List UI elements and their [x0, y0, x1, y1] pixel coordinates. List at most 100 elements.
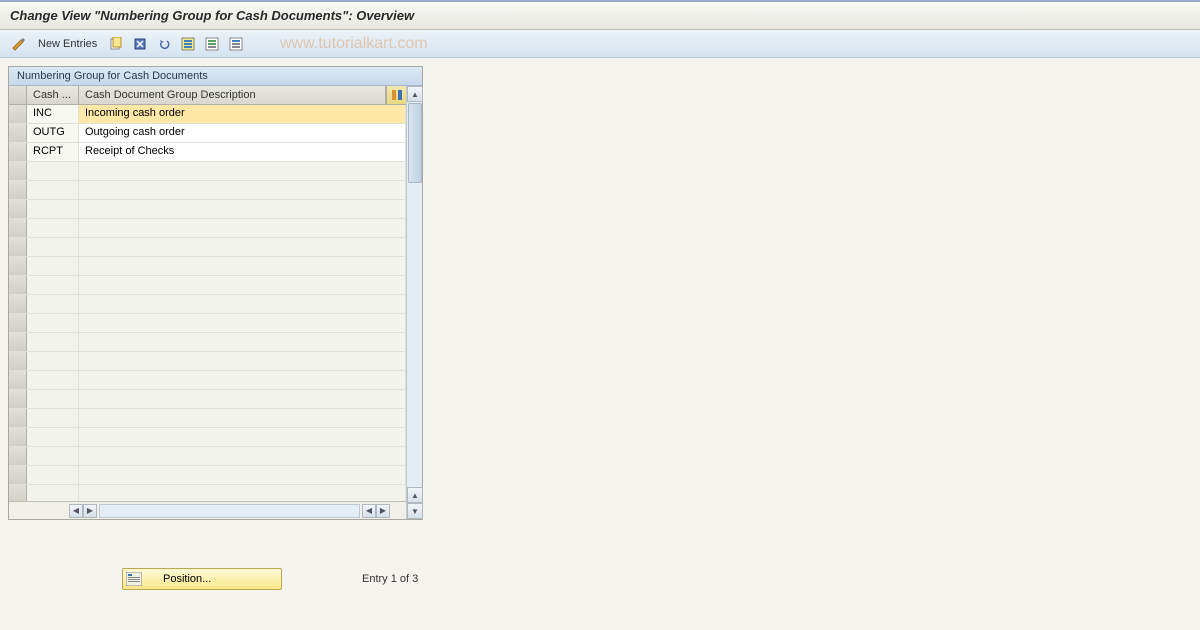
scrollbar-horizontal[interactable]: ◀ ▶ ◀ ▶ — [9, 501, 406, 519]
row-selector[interactable] — [9, 105, 27, 123]
row-selector[interactable] — [9, 124, 27, 142]
table-row[interactable] — [9, 447, 406, 466]
cell-cash[interactable] — [27, 466, 79, 484]
scroll-up-icon[interactable]: ▲ — [407, 86, 423, 102]
cell-cash[interactable] — [27, 352, 79, 370]
table-row[interactable] — [9, 428, 406, 447]
select-all-icon[interactable] — [179, 35, 197, 53]
deselect-all-icon[interactable] — [227, 35, 245, 53]
cell-description[interactable] — [79, 352, 406, 370]
cell-cash[interactable] — [27, 428, 79, 446]
row-selector[interactable] — [9, 314, 27, 332]
cell-cash[interactable] — [27, 257, 79, 275]
table-row[interactable] — [9, 466, 406, 485]
table-row[interactable] — [9, 333, 406, 352]
cell-description[interactable] — [79, 333, 406, 351]
table-row[interactable] — [9, 390, 406, 409]
cell-cash[interactable] — [27, 162, 79, 180]
column-header-cash[interactable]: Cash ... — [27, 86, 79, 104]
scroll-thumb[interactable] — [408, 103, 422, 183]
row-selector[interactable] — [9, 390, 27, 408]
cell-cash[interactable] — [27, 485, 79, 501]
table-row[interactable] — [9, 219, 406, 238]
undo-icon[interactable] — [155, 35, 173, 53]
row-selector[interactable] — [9, 162, 27, 180]
table-row[interactable] — [9, 257, 406, 276]
cell-cash[interactable]: OUTG — [27, 124, 79, 142]
table-row[interactable]: INCIncoming cash order — [9, 105, 406, 124]
scroll-down-icon[interactable]: ▼ — [407, 503, 423, 519]
cell-description[interactable] — [79, 257, 406, 275]
toggle-display-change-icon[interactable] — [10, 35, 28, 53]
table-row[interactable] — [9, 314, 406, 333]
cell-description[interactable] — [79, 371, 406, 389]
cell-description[interactable] — [79, 295, 406, 313]
new-entries-button[interactable]: New Entries — [34, 38, 101, 50]
cell-cash[interactable] — [27, 200, 79, 218]
table-row[interactable] — [9, 485, 406, 501]
scroll-right-icon[interactable]: ▶ — [83, 504, 97, 518]
table-row[interactable] — [9, 238, 406, 257]
cell-cash[interactable] — [27, 447, 79, 465]
cell-description[interactable]: Incoming cash order — [79, 105, 406, 123]
cell-description[interactable] — [79, 200, 406, 218]
cell-cash[interactable] — [27, 295, 79, 313]
cell-description[interactable] — [79, 447, 406, 465]
row-selector[interactable] — [9, 181, 27, 199]
position-button[interactable]: Position... — [122, 568, 282, 590]
row-selector[interactable] — [9, 466, 27, 484]
cell-cash[interactable] — [27, 371, 79, 389]
table-row[interactable] — [9, 276, 406, 295]
row-selector[interactable] — [9, 409, 27, 427]
row-selector[interactable] — [9, 238, 27, 256]
row-selector[interactable] — [9, 276, 27, 294]
cell-description[interactable] — [79, 428, 406, 446]
cell-description[interactable] — [79, 466, 406, 484]
scrollbar-vertical[interactable]: ▲ ▲ ▼ — [406, 86, 422, 519]
row-selector[interactable] — [9, 371, 27, 389]
cell-cash[interactable] — [27, 181, 79, 199]
table-row[interactable] — [9, 295, 406, 314]
scroll-left-icon[interactable]: ◀ — [69, 504, 83, 518]
scroll-left-end-icon[interactable]: ◀ — [362, 504, 376, 518]
table-settings-icon[interactable] — [386, 86, 406, 104]
row-selector[interactable] — [9, 485, 27, 501]
cell-description[interactable] — [79, 276, 406, 294]
cell-cash[interactable] — [27, 390, 79, 408]
table-row[interactable]: OUTGOutgoing cash order — [9, 124, 406, 143]
row-selector[interactable] — [9, 219, 27, 237]
select-block-icon[interactable] — [203, 35, 221, 53]
cell-cash[interactable] — [27, 314, 79, 332]
row-selector[interactable] — [9, 333, 27, 351]
row-selector[interactable] — [9, 447, 27, 465]
row-selector[interactable] — [9, 295, 27, 313]
cell-description[interactable] — [79, 485, 406, 501]
cell-description[interactable]: Outgoing cash order — [79, 124, 406, 142]
cell-cash[interactable]: INC — [27, 105, 79, 123]
table-row[interactable] — [9, 371, 406, 390]
delete-icon[interactable] — [131, 35, 149, 53]
cell-description[interactable] — [79, 314, 406, 332]
row-selector[interactable] — [9, 352, 27, 370]
row-selector[interactable] — [9, 428, 27, 446]
cell-description[interactable] — [79, 409, 406, 427]
cell-description[interactable] — [79, 162, 406, 180]
cell-description[interactable] — [79, 390, 406, 408]
scroll-up-page-icon[interactable]: ▲ — [407, 487, 423, 503]
row-selector[interactable] — [9, 200, 27, 218]
table-row[interactable]: RCPTReceipt of Checks — [9, 143, 406, 162]
table-row[interactable] — [9, 181, 406, 200]
cell-cash[interactable] — [27, 276, 79, 294]
table-row[interactable] — [9, 352, 406, 371]
copy-icon[interactable] — [107, 35, 125, 53]
scroll-right-end-icon[interactable]: ▶ — [376, 504, 390, 518]
table-row[interactable] — [9, 162, 406, 181]
cell-cash[interactable] — [27, 333, 79, 351]
row-selector[interactable] — [9, 257, 27, 275]
cell-cash[interactable] — [27, 219, 79, 237]
cell-description[interactable] — [79, 238, 406, 256]
row-selector[interactable] — [9, 143, 27, 161]
cell-description[interactable]: Receipt of Checks — [79, 143, 406, 161]
cell-cash[interactable] — [27, 238, 79, 256]
cell-cash[interactable] — [27, 409, 79, 427]
